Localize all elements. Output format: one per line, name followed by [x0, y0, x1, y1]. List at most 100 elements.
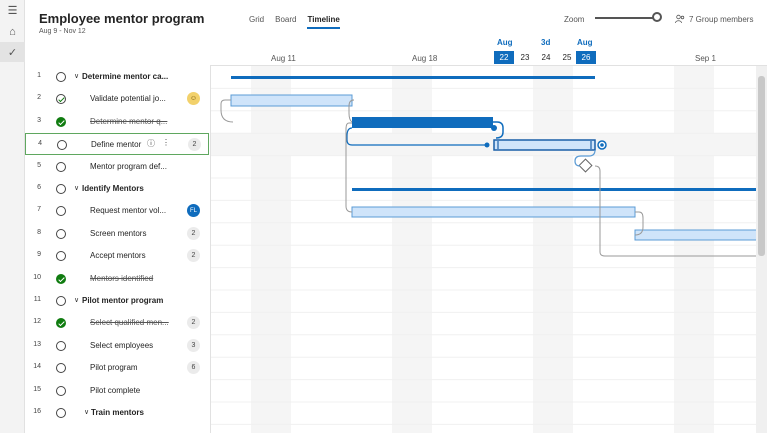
- assignee-count-badge[interactable]: 3: [187, 338, 200, 352]
- complete-checkbox-icon[interactable]: [56, 94, 66, 105]
- complete-checkbox-icon[interactable]: [56, 251, 66, 262]
- task-name[interactable]: Determine mentor q...: [90, 117, 167, 126]
- vertical-scrollbar-thumb[interactable]: [758, 76, 765, 256]
- complete-checkbox-icon[interactable]: [56, 385, 66, 396]
- task-row[interactable]: 8 Screen mentors 2: [25, 223, 209, 245]
- assignee-avatar-icon[interactable]: ☺: [187, 92, 200, 106]
- assignee-count-badge[interactable]: 2: [187, 249, 200, 263]
- task-row[interactable]: 9 Accept mentors 2: [25, 245, 209, 267]
- task-name[interactable]: Mentor program def...: [90, 162, 167, 171]
- task-row[interactable]: 16 ∨ Train mentors: [25, 402, 209, 424]
- week-label-aug-11: Aug 11: [271, 54, 296, 63]
- task-row[interactable]: 1 ∨ Determine mentor ca...: [25, 66, 209, 88]
- task-bar-define-mentor[interactable]: [493, 139, 596, 151]
- dependency-endpoint[interactable]: [484, 142, 490, 148]
- task-name[interactable]: Accept mentors: [90, 251, 146, 260]
- summary-bar-determine-mentor[interactable]: [231, 76, 595, 79]
- tab-board[interactable]: Board: [275, 15, 296, 29]
- info-icon[interactable]: ⓘ: [147, 138, 155, 149]
- row-number: 12: [33, 318, 41, 326]
- chevron-down-icon[interactable]: ∨: [74, 72, 79, 80]
- chevron-down-icon[interactable]: ∨: [84, 408, 89, 416]
- hamburger-menu-icon[interactable]: ☰: [0, 0, 25, 20]
- chevron-down-icon[interactable]: ∨: [74, 296, 79, 304]
- task-row[interactable]: 10 Mentors identified: [25, 268, 209, 290]
- task-name[interactable]: Select employees: [90, 341, 153, 350]
- complete-checkbox-icon[interactable]: [56, 116, 66, 127]
- task-row[interactable]: 2 Validate potential jo... ☺: [25, 88, 209, 110]
- task-name[interactable]: Mentors identified: [90, 274, 153, 283]
- assignee-count-badge[interactable]: 2: [188, 138, 201, 152]
- more-options-icon[interactable]: ⋮: [162, 138, 170, 149]
- tab-timeline[interactable]: Timeline: [307, 15, 341, 29]
- assignee-count-badge[interactable]: 2: [187, 226, 200, 240]
- task-row[interactable]: 7 Request mentor vol... FL: [25, 200, 209, 222]
- row-number: 16: [33, 408, 41, 415]
- task-row[interactable]: 4 Define mentor ⓘ ⋮ 2: [25, 133, 209, 156]
- complete-checkbox-icon[interactable]: [56, 273, 66, 284]
- group-members-button[interactable]: 7 Group members: [675, 14, 753, 24]
- task-row[interactable]: 5 Mentor program def...: [25, 156, 209, 178]
- task-bar-screen-mentors[interactable]: [634, 229, 767, 241]
- milestone-diamond[interactable]: [578, 158, 593, 173]
- home-icon[interactable]: ⌂: [0, 22, 25, 42]
- task-name[interactable]: Screen mentors: [90, 229, 146, 238]
- complete-checkbox-icon[interactable]: [57, 140, 67, 151]
- day-24[interactable]: 24: [536, 51, 556, 64]
- month-label-left: Aug: [497, 38, 513, 47]
- complete-checkbox-icon[interactable]: [56, 72, 66, 82]
- dependency-endpoint[interactable]: [491, 125, 497, 131]
- assignee-count-badge[interactable]: 6: [187, 361, 200, 375]
- assignee-avatar[interactable]: FL: [187, 204, 200, 218]
- task-bar-determine-mentor-q[interactable]: [352, 117, 493, 128]
- task-name[interactable]: Pilot mentor program: [82, 296, 163, 305]
- task-name[interactable]: Pilot program: [90, 363, 138, 372]
- day-23[interactable]: 23: [515, 51, 535, 64]
- task-name[interactable]: Identify Mentors: [82, 184, 144, 193]
- complete-checkbox-icon[interactable]: [56, 206, 66, 217]
- task-row[interactable]: 15 Pilot complete: [25, 380, 209, 402]
- complete-checkbox-icon[interactable]: [56, 340, 66, 351]
- tasks-check-icon[interactable]: ✓: [0, 42, 25, 62]
- complete-checkbox-icon[interactable]: [56, 184, 66, 194]
- assignee-count-badge[interactable]: 2: [187, 316, 200, 330]
- task-row[interactable]: 3 Determine mentor q...: [25, 111, 209, 133]
- task-name[interactable]: Pilot complete: [90, 386, 140, 395]
- task-name[interactable]: Request mentor vol...: [90, 206, 166, 215]
- zoom-slider-thumb[interactable]: [652, 12, 662, 22]
- week-label-sep-1: Sep 1: [695, 54, 716, 63]
- day-22[interactable]: 22: [494, 51, 514, 64]
- task-bar-validate[interactable]: [230, 94, 353, 107]
- task-row[interactable]: 13 Select employees 3: [25, 335, 209, 357]
- task-row[interactable]: 12 Select qualified men... 2: [25, 312, 209, 334]
- row-number: 10: [33, 273, 41, 281]
- complete-checkbox-icon[interactable]: [56, 408, 66, 418]
- task-name[interactable]: Determine mentor ca...: [82, 72, 168, 81]
- left-rail: ☰ ⌂ ✓: [0, 0, 25, 433]
- day-26[interactable]: 26: [576, 51, 596, 64]
- zoom-slider-track[interactable]: [595, 17, 658, 19]
- gantt-canvas: [211, 66, 767, 433]
- task-bar-request-mentor[interactable]: [351, 206, 636, 218]
- summary-bar-identify-mentors[interactable]: [352, 188, 767, 191]
- zoom-label: Zoom: [564, 15, 585, 24]
- timeline-chart: [210, 66, 767, 433]
- chevron-down-icon[interactable]: ∨: [74, 184, 79, 192]
- task-row[interactable]: 6 ∨ Identify Mentors: [25, 178, 209, 200]
- task-name[interactable]: Define mentor: [91, 140, 141, 149]
- day-25[interactable]: 25: [557, 51, 577, 64]
- complete-checkbox-icon[interactable]: [56, 318, 66, 329]
- task-name[interactable]: Validate potential jo...: [90, 94, 166, 103]
- task-row[interactable]: 14 Pilot program 6: [25, 357, 209, 379]
- complete-checkbox-icon[interactable]: [56, 296, 66, 306]
- task-row[interactable]: 11 ∨ Pilot mentor program: [25, 290, 209, 312]
- tab-grid[interactable]: Grid: [249, 15, 264, 29]
- week-label-aug-18: Aug 18: [412, 54, 438, 63]
- grid-header: [25, 38, 209, 66]
- complete-checkbox-icon[interactable]: [56, 161, 66, 172]
- complete-checkbox-icon[interactable]: [56, 363, 66, 374]
- weekend-column: [533, 66, 573, 433]
- task-name[interactable]: Train mentors: [91, 408, 144, 417]
- task-name[interactable]: Select qualified men...: [90, 318, 169, 327]
- complete-checkbox-icon[interactable]: [56, 228, 66, 239]
